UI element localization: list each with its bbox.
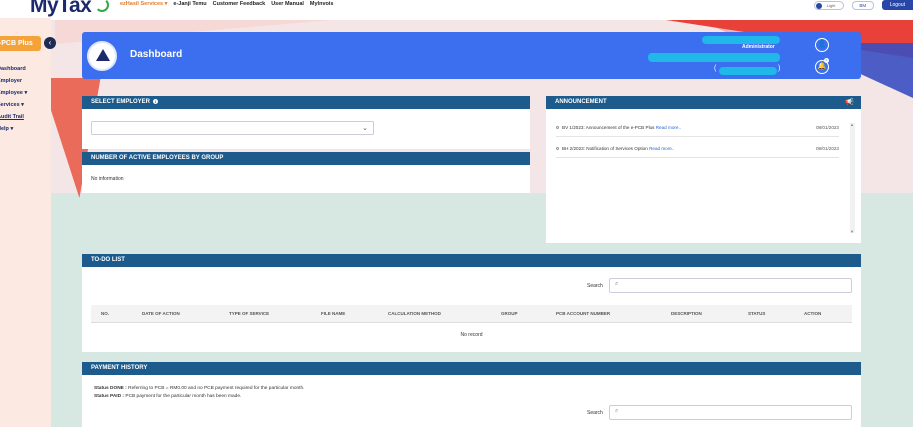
announcement-text: BV 1/2023: Announcement of the e-PCB Plu… [562,125,655,130]
redacted-account-number [719,67,777,75]
todo-search-label: Search [587,283,603,289]
payment-history-panel: PAYMENT HISTORY Status DONE : Referring … [82,362,861,427]
announcement-title: ANNOUNCEMENT [555,99,607,105]
nav-ezhasil-services[interactable]: ezHasil Services ▾ [120,1,167,7]
column-header: CALCULATION METHOD [388,311,441,316]
sidebar-menu: Dashboard Employer Employee ▾ Services ▾… [0,66,27,138]
sidebar-item-services[interactable]: Services ▾ [0,102,27,114]
user-role: Administrator [742,44,775,50]
sidebar-item-employee[interactable]: Employee ▾ [0,90,27,102]
lhdn-emblem-icon [87,41,117,71]
mytax-logo[interactable]: MyTax [30,0,92,18]
top-right-controls: Light BM Logout [813,0,913,10]
select-employer-title: SELECT EMPLOYER [91,99,151,105]
search-icon: ⌕ [615,281,619,287]
column-header: PCB ACCOUNT NUMBER [556,311,611,316]
announcement-header: ANNOUNCEMENT 📢 [546,96,861,109]
column-header: ACTION [804,311,822,316]
column-header: DATE OF ACTION [142,311,180,316]
sidebar: e-PCB Plus ‹ Dashboard Employer Employee… [0,18,56,427]
column-header: GROUP [501,311,518,316]
read-more-link[interactable]: Read more.. [656,125,681,130]
bullet-icon [556,147,559,150]
nav-customer-feedback[interactable]: Customer Feedback [213,1,266,7]
top-bar: MyTax ezHasil Services ▾ e-Janji Temu Cu… [0,0,913,20]
status-done-label: Status DONE : [94,386,127,391]
active-employees-header: NUMBER OF ACTIVE EMPLOYEES BY GROUP [82,152,530,165]
announcement-item: BH 2/2023: Notification of Services Opti… [556,141,839,158]
chevron-down-icon: ⌄ [362,125,368,132]
sidebar-item-dashboard[interactable]: Dashboard [0,66,27,78]
account-paren-open: ( [714,65,717,72]
theme-toggle[interactable]: Light [813,0,844,10]
top-navigation: ezHasil Services ▾ e-Janji Temu Customer… [120,1,333,7]
todo-search-input[interactable]: ⌕ [609,278,852,293]
status-done-text: Referring to PCB = RM0.00 and no PCB pay… [126,386,305,391]
logout-button[interactable]: Logout [881,0,913,10]
dashboard-banner: Dashboard Administrator ( ) 👤 🔔 0 [82,32,861,79]
active-employees-empty: No information [91,176,124,182]
todo-table-header: NO. DATE OF ACTION TYPE OF SERVICE FILE … [91,305,852,323]
column-header: STATUS [748,311,766,316]
search-icon: ⌕ [615,408,619,414]
status-done-note: Status DONE : Referring to PCB = RM0.00 … [94,386,305,391]
sidebar-collapse-icon[interactable]: ‹ [44,37,56,49]
employer-select[interactable]: ⌄ [91,121,374,135]
column-header: FILE NAME [321,311,346,316]
select-employer-header: SELECT EMPLOYER i [82,96,530,109]
user-profile-icon[interactable]: 👤 [815,38,829,52]
nav-user-manual[interactable]: User Manual [271,1,304,7]
sidebar-item-help[interactable]: Help ▾ [0,126,27,138]
megaphone-icon: 📢 [845,99,854,106]
announcement-item: BV 1/2023: Announcement of the e-PCB Plu… [556,120,839,137]
todo-empty: No record [460,332,483,338]
payment-history-header: PAYMENT HISTORY [82,362,861,375]
language-button[interactable]: BM [851,0,874,10]
sidebar-title: e-PCB Plus [0,36,41,51]
sidebar-item-audit-trail[interactable]: Audit Trail [0,114,27,126]
todo-header: TO-DO LIST [82,254,861,267]
active-employees-panel: NUMBER OF ACTIVE EMPLOYEES BY GROUP No i… [82,152,530,193]
logo-swoosh-icon [95,0,109,12]
info-icon[interactable]: i [153,98,159,104]
column-header: TYPE OF SERVICE [229,311,270,316]
read-more-link[interactable]: Read more.. [649,146,674,151]
status-paid-label: Status PAID : [94,394,125,399]
page-title: Dashboard [130,49,183,60]
announcement-text: BH 2/2023: Notification of Services Opti… [562,146,648,151]
account-paren-close: ) [778,65,781,72]
bullet-icon [556,126,559,129]
redacted-company-name [648,53,780,62]
select-employer-panel: SELECT EMPLOYER i ⌄ [82,96,530,149]
column-header: NO. [101,311,110,316]
announcement-panel: ANNOUNCEMENT 📢 BV 1/2023: Announcement o… [546,96,861,243]
nav-e-janji-temu[interactable]: e-Janji Temu [173,1,206,7]
sidebar-item-employer[interactable]: Employer [0,78,27,90]
redacted-username [702,36,780,44]
todo-panel: TO-DO LIST Search ⌕ NO. DATE OF ACTION T… [82,254,861,352]
announcement-date: 08/01/2023 [816,125,839,130]
status-paid-note: Status PAID : PCB payment for the partic… [94,394,241,399]
nav-myinvois[interactable]: MyInvois [310,1,334,7]
announcement-date: 08/01/2023 [816,146,839,151]
payment-search-label: Search [587,410,603,416]
payment-search-input[interactable]: ⌕ [609,405,852,420]
status-paid-text: PCB payment for the particular month has… [124,394,242,399]
notification-badge: 0 [824,58,829,63]
column-header: DESCRIPTION [671,311,702,316]
announcement-scrollbar[interactable] [850,122,855,234]
